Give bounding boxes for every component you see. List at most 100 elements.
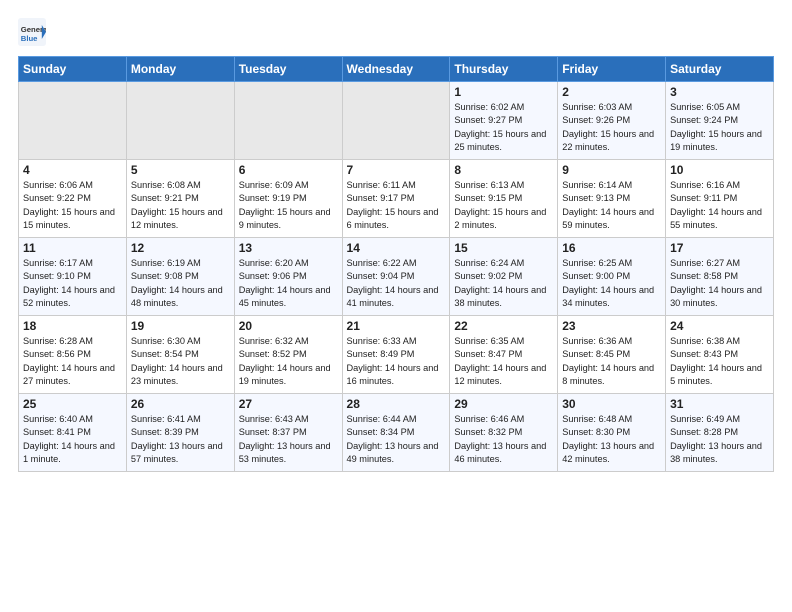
day-info: Sunrise: 6:09 AMSunset: 9:19 PMDaylight:…	[239, 179, 338, 232]
day-info: Sunrise: 6:38 AMSunset: 8:43 PMDaylight:…	[670, 335, 769, 388]
calendar-cell: 23 Sunrise: 6:36 AMSunset: 8:45 PMDayligh…	[558, 316, 666, 394]
day-number: 11	[23, 241, 122, 255]
calendar-week-row: 11Sunrise: 6:17 AMSunset: 9:10 PMDayligh…	[19, 238, 774, 316]
day-info: Sunrise: 6:30 AMSunset: 8:54 PMDaylight:…	[131, 335, 230, 388]
day-info: Sunrise: 6:32 AMSunset: 8:52 PMDaylight:…	[239, 335, 338, 388]
weekday-header: Tuesday	[234, 57, 342, 82]
weekday-header: Sunday	[19, 57, 127, 82]
svg-text:Blue: Blue	[21, 34, 38, 43]
day-number: 18	[23, 319, 122, 333]
day-number: 7	[347, 163, 446, 177]
day-info: Sunrise: 6:24 AMSunset: 9:02 PMDaylight:…	[454, 257, 553, 310]
calendar-cell	[126, 82, 234, 160]
day-number: 23	[562, 319, 661, 333]
weekday-header: Friday	[558, 57, 666, 82]
calendar-cell: 26Sunrise: 6:41 AMSunset: 8:39 PMDayligh…	[126, 394, 234, 472]
calendar-cell: 30 Sunrise: 6:48 AMSunset: 8:30 PMDayligh…	[558, 394, 666, 472]
calendar-week-row: 4 Sunrise: 6:06 AMSunset: 9:22 PMDaylight…	[19, 160, 774, 238]
day-number: 17	[670, 241, 769, 255]
calendar-cell: 3 Sunrise: 6:05 AMSunset: 9:24 PMDaylight…	[666, 82, 774, 160]
calendar-cell: 10Sunrise: 6:16 AMSunset: 9:11 PMDayligh…	[666, 160, 774, 238]
day-number: 22	[454, 319, 553, 333]
day-number: 29	[454, 397, 553, 411]
day-info: Sunrise: 6:49 AMSunset: 8:28 PMDaylight:…	[670, 413, 769, 466]
calendar-cell: 12 Sunrise: 6:19 AMSunset: 9:08 PMDayligh…	[126, 238, 234, 316]
day-number: 4	[23, 163, 122, 177]
weekday-header-row: SundayMondayTuesdayWednesdayThursdayFrid…	[19, 57, 774, 82]
day-number: 21	[347, 319, 446, 333]
day-number: 6	[239, 163, 338, 177]
calendar-cell: 25 Sunrise: 6:40 AMSunset: 8:41 PMDayligh…	[19, 394, 127, 472]
calendar-cell: 13Sunrise: 6:20 AMSunset: 9:06 PMDayligh…	[234, 238, 342, 316]
day-number: 26	[131, 397, 230, 411]
day-info: Sunrise: 6:43 AMSunset: 8:37 PMDaylight:…	[239, 413, 338, 466]
calendar-cell: 16 Sunrise: 6:25 AMSunset: 9:00 PMDayligh…	[558, 238, 666, 316]
calendar-cell	[234, 82, 342, 160]
calendar-cell: 31 Sunrise: 6:49 AMSunset: 8:28 PMDayligh…	[666, 394, 774, 472]
calendar-cell	[342, 82, 450, 160]
day-info: Sunrise: 6:19 AMSunset: 9:08 PMDaylight:…	[131, 257, 230, 310]
day-number: 9	[562, 163, 661, 177]
logo-icon: General Blue	[18, 18, 46, 46]
calendar-week-row: 25 Sunrise: 6:40 AMSunset: 8:41 PMDayligh…	[19, 394, 774, 472]
calendar-cell: 24 Sunrise: 6:38 AMSunset: 8:43 PMDayligh…	[666, 316, 774, 394]
day-info: Sunrise: 6:48 AMSunset: 8:30 PMDaylight:…	[562, 413, 661, 466]
calendar-cell: 5 Sunrise: 6:08 AMSunset: 9:21 PMDaylight…	[126, 160, 234, 238]
calendar-week-row: 1Sunrise: 6:02 AMSunset: 9:27 PMDaylight…	[19, 82, 774, 160]
day-info: Sunrise: 6:46 AMSunset: 8:32 PMDaylight:…	[454, 413, 553, 466]
calendar-cell: 27 Sunrise: 6:43 AMSunset: 8:37 PMDayligh…	[234, 394, 342, 472]
calendar-cell: 22 Sunrise: 6:35 AMSunset: 8:47 PMDayligh…	[450, 316, 558, 394]
day-number: 30	[562, 397, 661, 411]
day-info: Sunrise: 6:03 AMSunset: 9:26 PMDaylight:…	[562, 101, 661, 154]
calendar-cell: 19 Sunrise: 6:30 AMSunset: 8:54 PMDayligh…	[126, 316, 234, 394]
day-number: 10	[670, 163, 769, 177]
day-info: Sunrise: 6:08 AMSunset: 9:21 PMDaylight:…	[131, 179, 230, 232]
weekday-header: Monday	[126, 57, 234, 82]
day-info: Sunrise: 6:20 AMSunset: 9:06 PMDaylight:…	[239, 257, 338, 310]
day-number: 14	[347, 241, 446, 255]
day-number: 15	[454, 241, 553, 255]
calendar-cell: 6 Sunrise: 6:09 AMSunset: 9:19 PMDaylight…	[234, 160, 342, 238]
calendar-cell: 8Sunrise: 6:13 AMSunset: 9:15 PMDaylight…	[450, 160, 558, 238]
day-info: Sunrise: 6:25 AMSunset: 9:00 PMDaylight:…	[562, 257, 661, 310]
day-info: Sunrise: 6:02 AMSunset: 9:27 PMDaylight:…	[454, 101, 553, 154]
day-info: Sunrise: 6:22 AMSunset: 9:04 PMDaylight:…	[347, 257, 446, 310]
day-info: Sunrise: 6:06 AMSunset: 9:22 PMDaylight:…	[23, 179, 122, 232]
calendar-table: SundayMondayTuesdayWednesdayThursdayFrid…	[18, 56, 774, 472]
calendar-cell: 29 Sunrise: 6:46 AMSunset: 8:32 PMDayligh…	[450, 394, 558, 472]
day-number: 12	[131, 241, 230, 255]
calendar-cell: 28Sunrise: 6:44 AMSunset: 8:34 PMDayligh…	[342, 394, 450, 472]
calendar-cell: 9 Sunrise: 6:14 AMSunset: 9:13 PMDaylight…	[558, 160, 666, 238]
day-info: Sunrise: 6:33 AMSunset: 8:49 PMDaylight:…	[347, 335, 446, 388]
logo: General Blue	[18, 18, 46, 48]
day-info: Sunrise: 6:11 AMSunset: 9:17 PMDaylight:…	[347, 179, 446, 232]
day-info: Sunrise: 6:36 AMSunset: 8:45 PMDaylight:…	[562, 335, 661, 388]
day-info: Sunrise: 6:27 AMSunset: 8:58 PMDaylight:…	[670, 257, 769, 310]
day-number: 24	[670, 319, 769, 333]
day-number: 5	[131, 163, 230, 177]
calendar-cell	[19, 82, 127, 160]
day-number: 2	[562, 85, 661, 99]
weekday-header: Thursday	[450, 57, 558, 82]
day-number: 19	[131, 319, 230, 333]
day-number: 28	[347, 397, 446, 411]
calendar-cell: 18 Sunrise: 6:28 AMSunset: 8:56 PMDayligh…	[19, 316, 127, 394]
day-info: Sunrise: 6:35 AMSunset: 8:47 PMDaylight:…	[454, 335, 553, 388]
calendar-cell: 1Sunrise: 6:02 AMSunset: 9:27 PMDaylight…	[450, 82, 558, 160]
calendar-page: General Blue SundayMondayTuesdayWednesda…	[0, 0, 792, 482]
day-number: 16	[562, 241, 661, 255]
day-number: 20	[239, 319, 338, 333]
calendar-cell: 21 Sunrise: 6:33 AMSunset: 8:49 PMDayligh…	[342, 316, 450, 394]
day-info: Sunrise: 6:13 AMSunset: 9:15 PMDaylight:…	[454, 179, 553, 232]
day-number: 31	[670, 397, 769, 411]
day-info: Sunrise: 6:14 AMSunset: 9:13 PMDaylight:…	[562, 179, 661, 232]
day-number: 3	[670, 85, 769, 99]
day-info: Sunrise: 6:28 AMSunset: 8:56 PMDaylight:…	[23, 335, 122, 388]
day-number: 27	[239, 397, 338, 411]
day-info: Sunrise: 6:40 AMSunset: 8:41 PMDaylight:…	[23, 413, 122, 466]
day-number: 25	[23, 397, 122, 411]
calendar-cell: 7 Sunrise: 6:11 AMSunset: 9:17 PMDaylight…	[342, 160, 450, 238]
calendar-cell: 11Sunrise: 6:17 AMSunset: 9:10 PMDayligh…	[19, 238, 127, 316]
day-info: Sunrise: 6:05 AMSunset: 9:24 PMDaylight:…	[670, 101, 769, 154]
header: General Blue	[18, 18, 774, 48]
